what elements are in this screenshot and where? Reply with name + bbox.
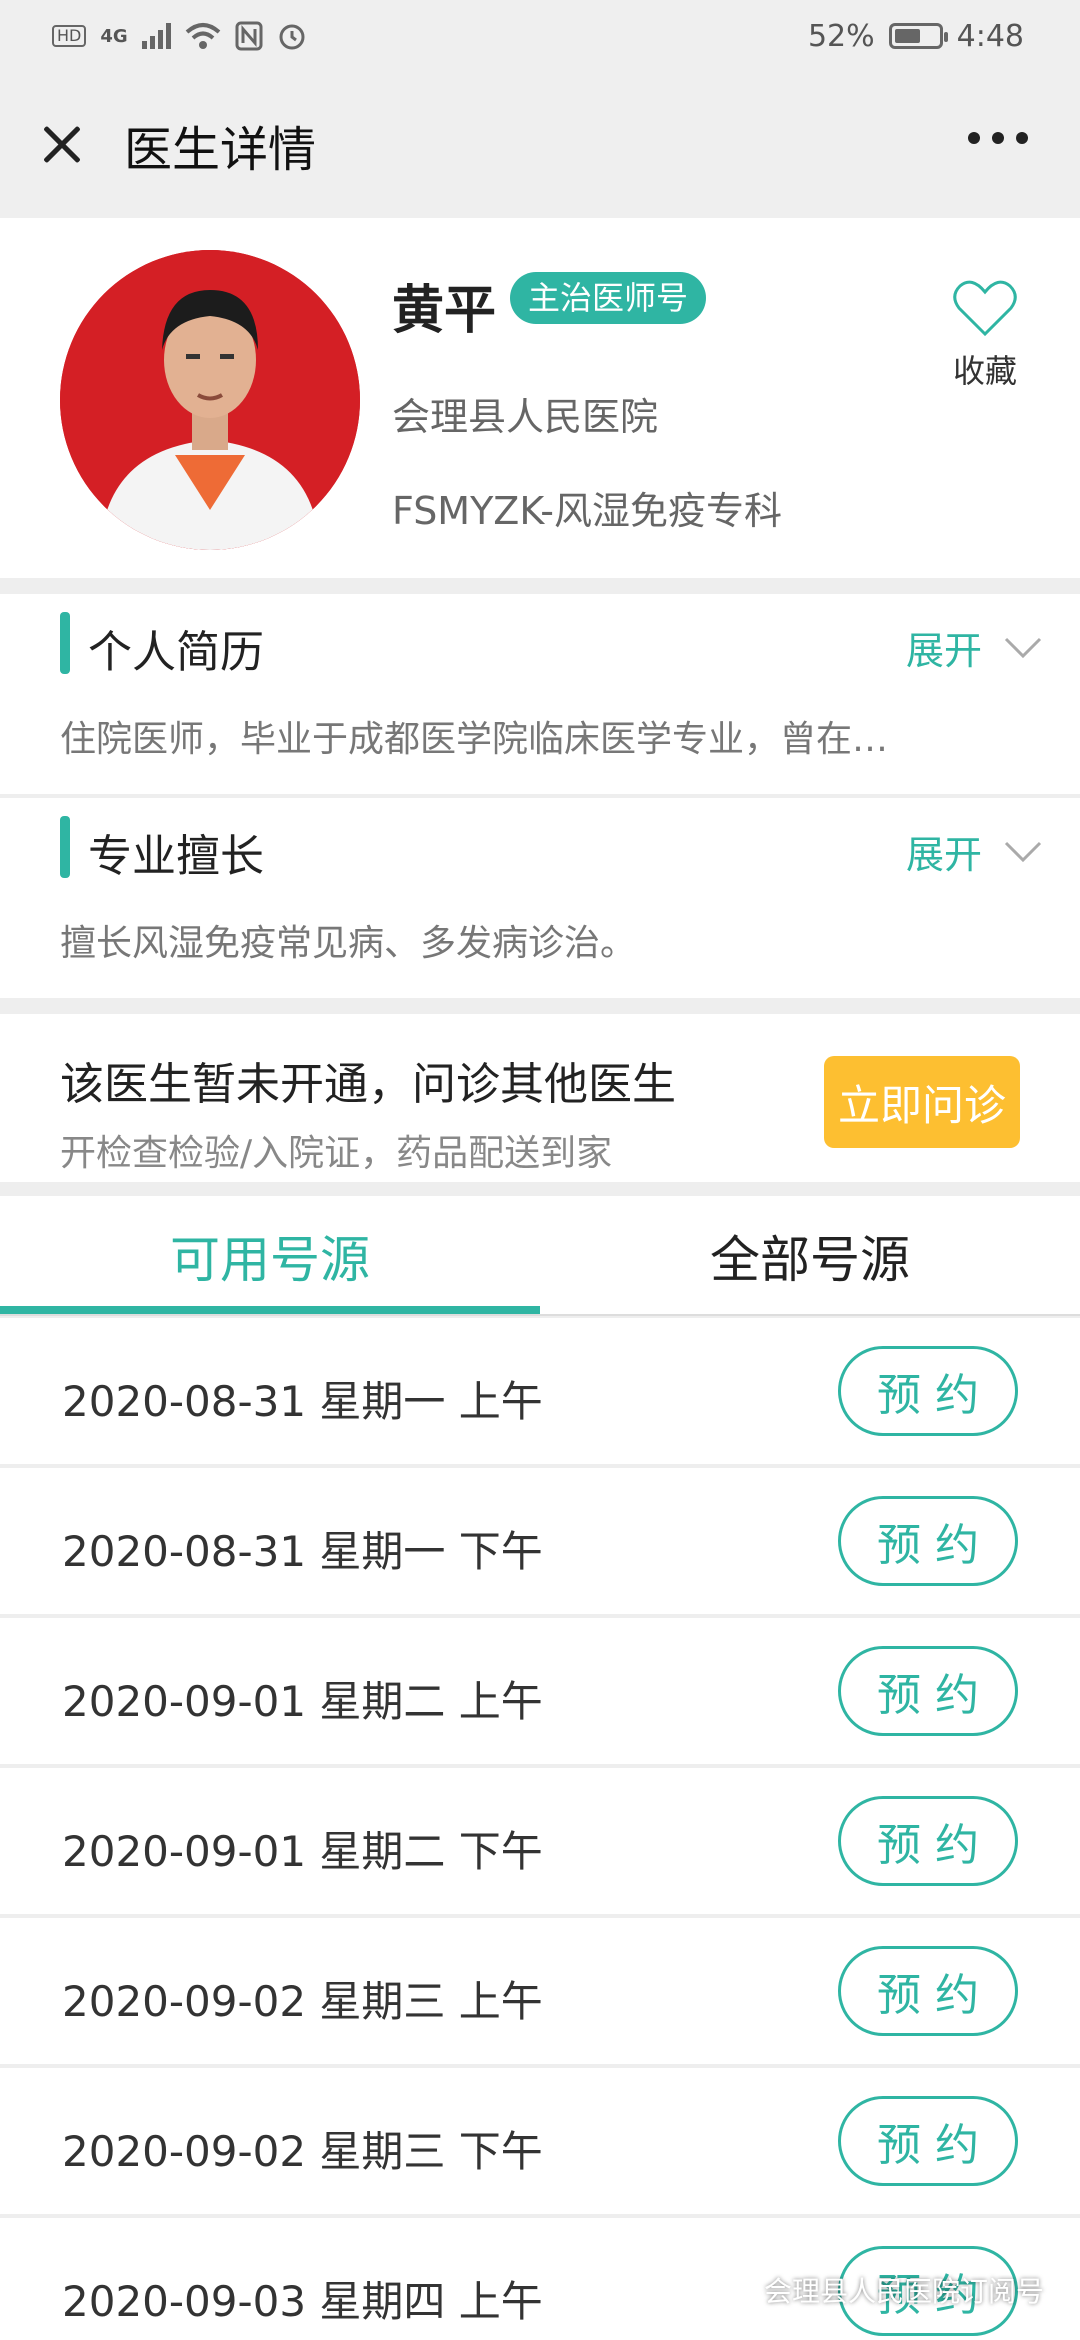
doctor-name: 黄平 bbox=[392, 281, 497, 341]
slot-datetime: 2020-08-31 星期一 上午 bbox=[62, 1377, 543, 1426]
slot-datetime: 2020-09-02 星期三 上午 bbox=[62, 1977, 543, 2026]
slot-row: 2020-09-02 星期三 下午 预 约 bbox=[0, 2068, 1080, 2214]
resume-title: 个人简历 bbox=[88, 627, 264, 678]
doctor-card: 黄平 主治医师号 会理县人民医院 FSMYZK-风湿免疫专科 收藏 bbox=[0, 218, 1080, 578]
book-button[interactable]: 预 约 bbox=[838, 1346, 1018, 1436]
slot-datetime: 2020-08-31 星期一 下午 bbox=[62, 1527, 543, 1576]
favorite-button[interactable]: 收藏 bbox=[940, 278, 1030, 392]
doctor-portrait bbox=[60, 250, 360, 550]
nfc-icon bbox=[235, 21, 263, 51]
specialty-title: 专业擅长 bbox=[88, 831, 264, 882]
battery-icon bbox=[888, 23, 948, 49]
watermark-text: 会理县人民医院订阅号 bbox=[763, 2275, 1044, 2308]
alarm-icon bbox=[279, 24, 305, 50]
specialty-section: 专业擅长 展开 擅长风湿免疫常见病、多发病诊治。 bbox=[0, 798, 1080, 998]
battery-level bbox=[894, 29, 920, 43]
more-icon[interactable] bbox=[968, 132, 1028, 144]
doctor-department: FSMYZK-风湿免疫专科 bbox=[392, 489, 782, 533]
slot-row: 2020-08-31 星期一 下午 预 约 bbox=[0, 1468, 1080, 1614]
book-button[interactable]: 预 约 bbox=[838, 2096, 1018, 2186]
heart-icon bbox=[953, 280, 1017, 337]
resume-accent-bar bbox=[60, 612, 70, 674]
specialty-expand-button[interactable]: 展开 bbox=[906, 824, 1042, 879]
battery-percent: 52% bbox=[807, 18, 875, 54]
signal-icon bbox=[141, 23, 171, 49]
specialty-accent-bar bbox=[60, 816, 70, 878]
book-button[interactable]: 预 约 bbox=[838, 1946, 1018, 2036]
slot-datetime: 2020-09-01 星期二 上午 bbox=[62, 1677, 543, 1726]
resume-section: 个人简历 展开 住院医师，毕业于成都医学院临床医学专业，曾在… bbox=[0, 594, 1080, 794]
avatar bbox=[60, 250, 360, 550]
specialty-text: 擅长风湿免疫常见病、多发病诊治。 bbox=[60, 923, 637, 964]
slot-datetime: 2020-09-03 星期四 上午 bbox=[62, 2277, 543, 2326]
consult-now-button[interactable]: 立即问诊 bbox=[824, 1056, 1020, 1148]
favorite-label: 收藏 bbox=[952, 352, 1017, 390]
chevron-down-icon bbox=[1004, 841, 1042, 862]
slot-list: 2020-08-31 星期一 上午 预 约 2020-08-31 星期一 下午 … bbox=[0, 1318, 1080, 2340]
tabs-divider bbox=[0, 1314, 1080, 1316]
watermark: 会理县人民医院订阅号 bbox=[718, 2270, 1044, 2310]
slot-row: 2020-09-02 星期三 上午 预 约 bbox=[0, 1918, 1080, 2064]
doctor-title-badge: 主治医师号 bbox=[510, 272, 707, 324]
slot-datetime: 2020-09-02 星期三 下午 bbox=[62, 2127, 543, 2176]
resume-expand-label: 展开 bbox=[905, 629, 982, 673]
book-button[interactable]: 预 约 bbox=[838, 1646, 1018, 1736]
specialty-expand-label: 展开 bbox=[905, 833, 982, 877]
slot-row: 2020-09-01 星期二 上午 预 约 bbox=[0, 1618, 1080, 1764]
status-right: 52% 4:48 bbox=[808, 19, 1024, 54]
status-bar: HD 4G 52% 4:48 bbox=[0, 0, 1080, 72]
chevron-down-icon bbox=[1004, 637, 1042, 658]
slot-datetime: 2020-09-01 星期二 下午 bbox=[62, 1827, 543, 1876]
title-bar: 医生详情 bbox=[0, 72, 1080, 218]
book-button[interactable]: 预 约 bbox=[838, 1796, 1018, 1886]
status-left: HD 4G bbox=[52, 21, 307, 51]
wechat-icon bbox=[718, 2276, 753, 2303]
consult-title: 该医生暂未开通，问诊其他医生 bbox=[60, 1059, 676, 1110]
close-icon[interactable] bbox=[32, 115, 92, 175]
resume-expand-button[interactable]: 展开 bbox=[906, 620, 1042, 675]
network-type: 4G bbox=[100, 25, 128, 47]
book-button[interactable]: 预 约 bbox=[838, 1496, 1018, 1586]
slot-row: 2020-08-31 星期一 上午 预 约 bbox=[0, 1318, 1080, 1464]
slot-tabs: 可用号源 全部号源 bbox=[0, 1196, 1080, 1316]
doctor-hospital: 会理县人民医院 bbox=[392, 395, 659, 439]
consult-subtitle: 开检查检验/入院证，药品配送到家 bbox=[60, 1133, 613, 1174]
tab-all-slots[interactable]: 全部号源 bbox=[540, 1196, 1080, 1316]
resume-text: 住院医师，毕业于成都医学院临床医学专业，曾在… bbox=[60, 719, 889, 760]
clock: 4:48 bbox=[956, 18, 1024, 54]
consult-banner: 该医生暂未开通，问诊其他医生 开检查检验/入院证，药品配送到家 立即问诊 bbox=[0, 1014, 1080, 1182]
wifi-icon bbox=[185, 23, 220, 49]
page-title: 医生详情 bbox=[124, 122, 317, 178]
slot-row: 2020-09-01 星期二 下午 预 约 bbox=[0, 1768, 1080, 1914]
tab-available-slots[interactable]: 可用号源 bbox=[0, 1196, 540, 1316]
hd-badge: HD bbox=[52, 25, 87, 47]
